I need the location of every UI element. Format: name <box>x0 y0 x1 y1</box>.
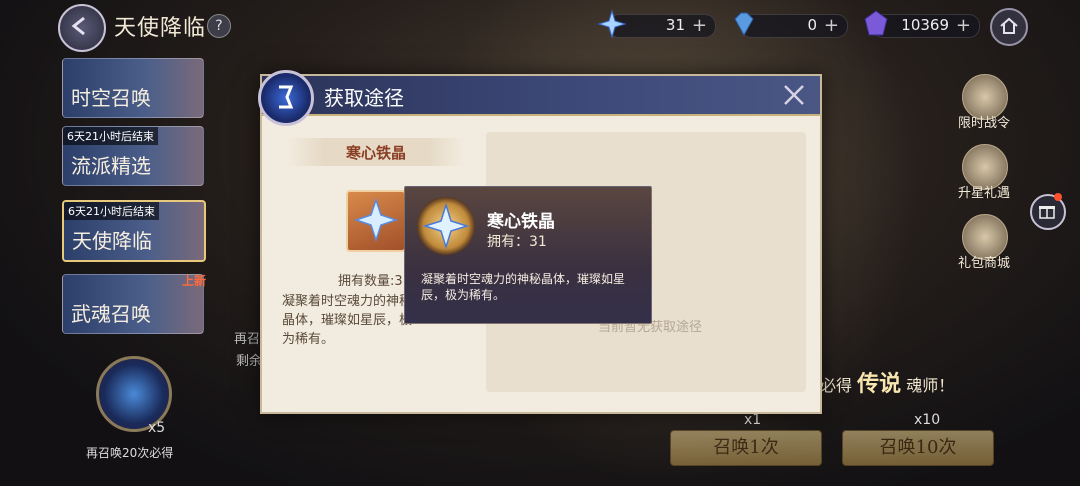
ice-crystal-icon <box>354 198 398 242</box>
gift-icon <box>1039 206 1055 219</box>
help-icon[interactable]: ? <box>207 14 231 38</box>
resource-purple-gem: 10369 + <box>864 10 980 38</box>
dialog-header: 获取途径 <box>262 76 820 116</box>
dialog-emblem <box>258 70 314 126</box>
home-icon <box>1000 17 1018 34</box>
summon-tab-3[interactable]: 6天21小时后结束 天使降临 <box>62 200 206 262</box>
resource-value: 0 <box>807 16 817 34</box>
item-description: 凝聚着时空魂力的神秘晶体，璀璨如星辰，极为稀有。 <box>282 294 413 347</box>
tab-label: 流派精选 <box>71 154 151 178</box>
back-arrow-icon <box>71 16 85 36</box>
page-title: 天使降临 <box>114 16 207 41</box>
resource-value: 10369 <box>901 16 949 34</box>
item-name: 寒心铁晶 <box>345 144 406 162</box>
dialog-title: 获取途径 <box>324 86 404 110</box>
close-icon[interactable] <box>780 81 808 109</box>
battle-pass-label: 限时战令 <box>957 116 1010 131</box>
tab-label: 天使降临 <box>72 229 152 253</box>
tab-timer: 6天21小时后结束 <box>63 127 158 145</box>
top-bar: 天使降临 ? 31 + 0 + 10369 + <box>0 0 1080 52</box>
item-icon-tile[interactable] <box>346 190 406 252</box>
gift-shop-label: 礼包商城 <box>957 256 1010 271</box>
summon-1-cost: x1 <box>744 412 762 428</box>
emblem-icon <box>279 85 294 109</box>
background-text: 再召 <box>234 332 261 347</box>
owned-count: 拥有数量:31 <box>338 274 411 289</box>
add-resource-button[interactable]: + <box>824 15 839 36</box>
summon-10-button[interactable]: 召唤10次 <box>842 430 994 466</box>
item-tooltip: 寒心铁晶 拥有：31 凝聚着时空魂力的神秘晶体，璀璨如星辰，极为稀有。 <box>404 186 652 324</box>
promo-suffix: 魂师！ <box>906 376 955 395</box>
tooltip-owned: 拥有：31 <box>487 234 547 250</box>
resource-diamond: 0 + <box>734 12 848 38</box>
home-button[interactable] <box>990 8 1028 46</box>
tooltip-description: 凝聚着时空魂力的神秘晶体，璀璨如星辰，极为稀有。 <box>421 272 626 302</box>
tooltip-item-name: 寒心铁晶 <box>487 212 555 232</box>
summon-10-cost: x10 <box>914 412 941 428</box>
ice-crystal-icon <box>423 203 469 249</box>
orb-hint: 再召唤20次必得 <box>86 446 174 460</box>
new-badge: 上新 <box>182 274 207 288</box>
back-button[interactable] <box>58 4 106 52</box>
add-resource-button[interactable]: + <box>692 15 707 36</box>
tab-label: 武魂召唤 <box>71 302 151 326</box>
star-upgrade-label: 升星礼遇 <box>957 186 1010 201</box>
resource-star-crystal: 31 + <box>597 9 716 39</box>
summon-tab-2[interactable]: 6天21小时后结束 流派精选 <box>62 126 204 186</box>
summon-tab-1[interactable]: 时空召唤 <box>62 58 204 118</box>
tab-timer: 6天21小时后结束 <box>64 202 159 220</box>
summon-1-button[interactable]: 召唤1次 <box>670 430 822 466</box>
diamond-icon <box>734 12 754 37</box>
item-name-banner: 寒心铁晶 <box>288 138 464 166</box>
purple-gem-icon <box>864 10 888 36</box>
promo-prefix: 必得 <box>820 376 853 395</box>
star-crystal-icon <box>597 9 627 39</box>
add-resource-button[interactable]: + <box>956 15 971 36</box>
promo-highlight: 传说 <box>857 371 902 397</box>
notification-dot <box>1054 193 1062 201</box>
promo-text: 必得 传说 魂师！ <box>820 366 954 398</box>
resource-value: 31 <box>665 16 685 34</box>
tooltip-item-frame <box>417 197 475 255</box>
orb-count: x5 <box>148 420 166 436</box>
tab-label: 时空召唤 <box>71 86 151 110</box>
background-text: 剩余 <box>236 354 263 369</box>
